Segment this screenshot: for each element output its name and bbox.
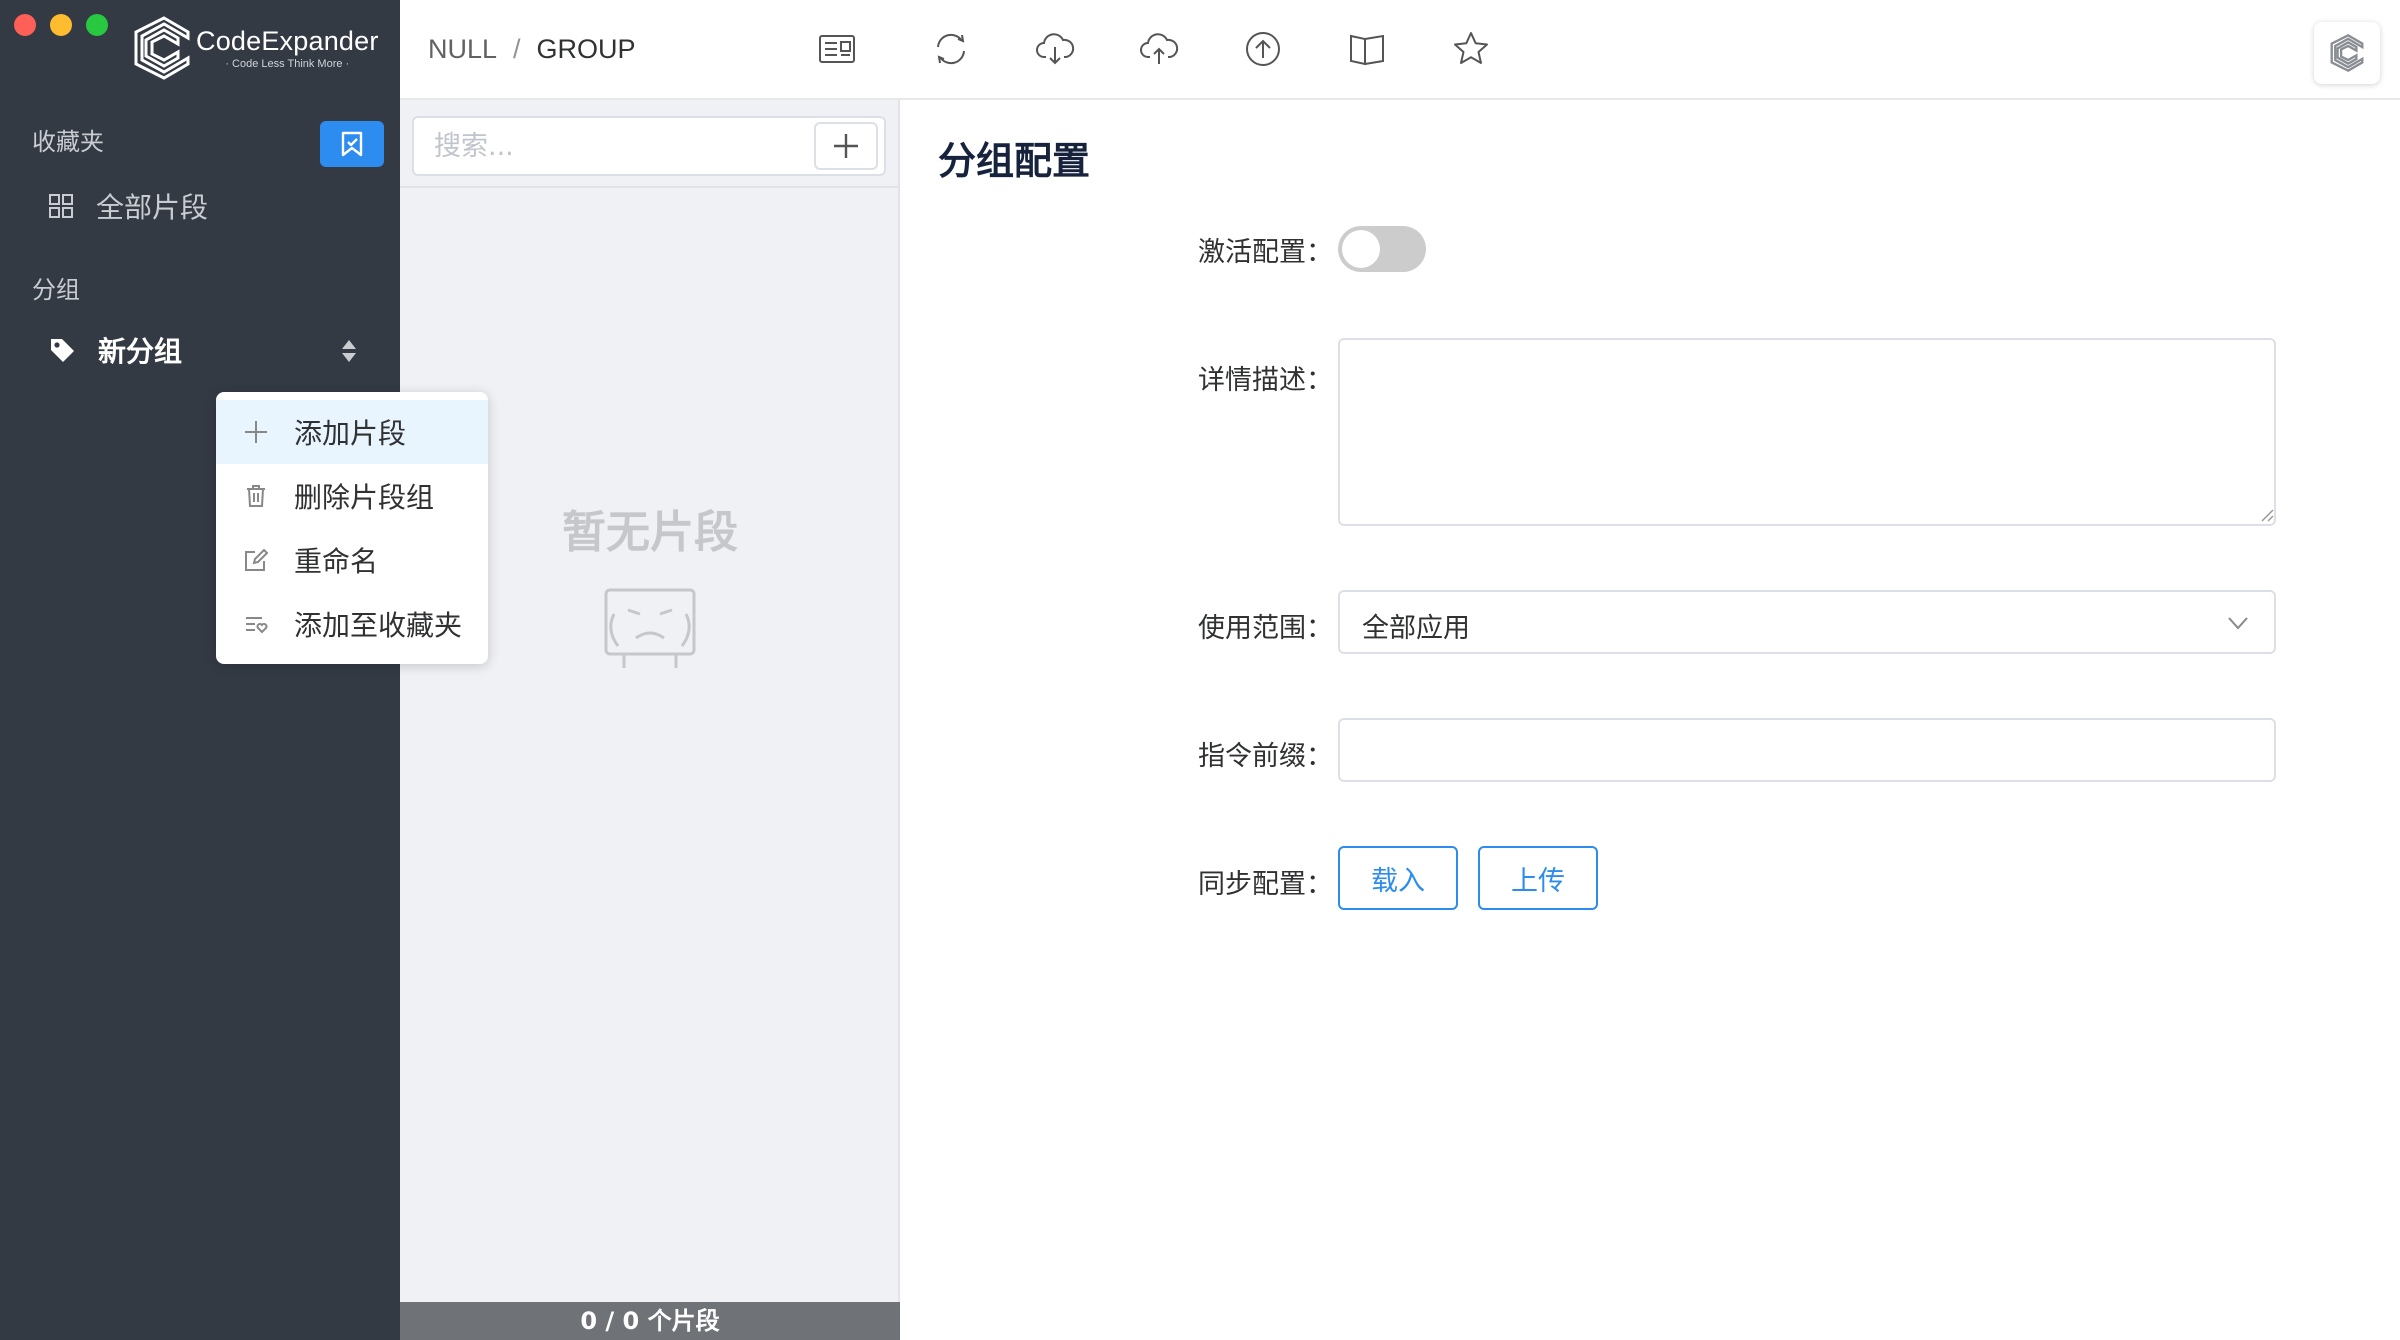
grid-icon [49,194,73,218]
codeexpander-logo-icon [2330,34,2364,72]
documentation-button[interactable] [1342,24,1392,74]
edit-icon [245,548,269,571]
bookmark-icon [341,131,363,157]
add-favorite-button[interactable] [320,121,384,167]
trash-icon [247,485,265,507]
menu-item-add-to-favorites[interactable]: 添加至收藏夹 [216,592,488,656]
menu-item-label: 添加片段 [294,417,407,450]
book-icon [1350,34,1384,66]
upload-button[interactable] [1238,24,1288,74]
favorite-list-icon [246,617,268,634]
menu-item-rename[interactable]: 重命名 [216,528,488,592]
page-title: 分组配置 [938,139,1091,183]
cloud-upload-icon [1140,33,1179,64]
snippet-list-pane: 暂无片段 0 / 0 个片段 [400,100,900,1340]
breadcrumb: NULL / GROUP [428,34,636,65]
zoom-window-button[interactable] [86,14,108,36]
sidebar: CodeExpander · Code Less Think More · 收藏… [0,0,400,1340]
app-tagline: · Code Less Think More · [225,58,350,70]
tag-icon [51,339,74,362]
chevron-down-icon [2228,617,2248,630]
breadcrumb-root[interactable]: NULL [428,34,497,64]
sidebar-item-all-snippets[interactable]: 全部片段 [48,186,208,226]
scope-selected-value: 全部应用 [1362,613,1470,644]
favorite-button[interactable] [1446,24,1496,74]
sort-handle-icon[interactable] [340,338,358,364]
window-controls [14,14,108,36]
scope-select[interactable]: 全部应用 [1338,590,2276,654]
sad-face-icon [604,588,696,668]
menu-item-label: 重命名 [294,545,379,578]
breadcrumb-current: GROUP [536,34,636,64]
load-button[interactable]: 载入 [1338,846,1458,910]
description-textarea[interactable] [1338,338,2276,526]
cloud-download-icon [1036,33,1075,65]
group-context-menu: 添加片段 删除片段组 重命名 添加至收藏夹 [216,392,488,664]
activate-toggle[interactable] [1338,226,1426,272]
star-icon [1454,32,1488,64]
app-menu-button[interactable] [2314,22,2380,84]
resize-grip-icon[interactable] [2258,506,2274,522]
app-title: CodeExpander [196,26,379,56]
groups-section-label: 分组 [32,276,80,304]
cloud-download-button[interactable] [1030,24,1080,74]
plus-icon [834,134,858,158]
menu-item-delete-group[interactable]: 删除片段组 [216,464,488,528]
menu-item-add-snippet[interactable]: 添加片段 [216,400,488,464]
snippet-count-footer: 0 / 0 个片段 [400,1302,900,1340]
search-box [412,116,886,176]
menu-item-label: 添加至收藏夹 [294,609,463,642]
plus-icon [245,421,267,443]
search-input[interactable] [424,124,804,168]
prefix-input[interactable] [1338,718,2276,782]
details-icon [819,35,855,63]
sync-icon [937,33,965,65]
codeexpander-logo-icon [134,16,190,80]
minimize-window-button[interactable] [50,14,72,36]
group-config-pane: 分组配置 激活配置： 详情描述： 使用范围： 全部应用 指令前缀： 同步配置： … [900,100,2400,1340]
top-toolbar: NULL / GROUP [400,0,2400,100]
favorites-section-label: 收藏夹 [32,128,104,156]
details-button[interactable] [812,24,862,74]
divider [400,186,900,188]
sidebar-item-label: 新分组 [98,335,183,368]
app-logo: CodeExpander · Code Less Think More · [132,14,379,82]
close-window-button[interactable] [14,14,36,36]
cloud-upload-button[interactable] [1134,24,1184,74]
sidebar-item-new-group[interactable]: 新分组 [48,330,182,370]
sidebar-item-label: 全部片段 [96,191,209,224]
breadcrumb-separator: / [513,34,521,64]
menu-item-label: 删除片段组 [294,481,435,514]
upload-config-button[interactable]: 上传 [1478,846,1598,910]
add-snippet-button[interactable] [814,122,878,170]
toggle-knob [1342,230,1380,268]
sync-button[interactable] [926,24,976,74]
upload-icon [1246,32,1280,66]
